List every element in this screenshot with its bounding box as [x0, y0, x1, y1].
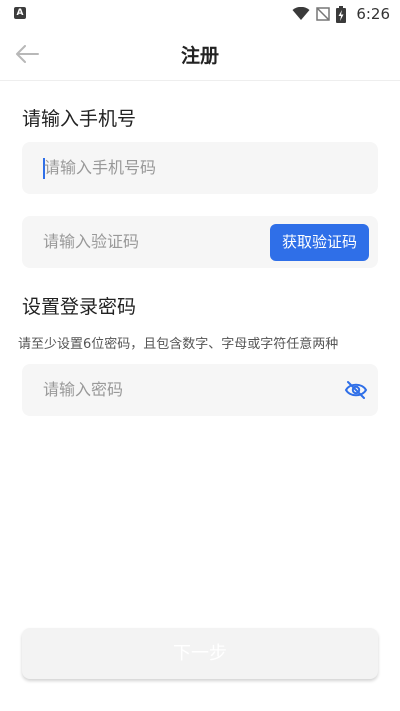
phone-input[interactable]: 请输入手机号码: [44, 142, 156, 194]
password-section-title: 设置登录密码: [22, 296, 137, 318]
notification-app-icon: A: [14, 7, 26, 19]
password-field[interactable]: 请输入密码: [22, 364, 378, 416]
status-time: 6:26: [356, 5, 390, 23]
wifi-icon: [292, 7, 310, 20]
battery-charging-icon: [336, 5, 347, 23]
status-bar: A 6:26: [0, 0, 400, 28]
phone-section-title: 请输入手机号: [22, 108, 137, 130]
page-title: 注册: [180, 45, 219, 67]
password-hint: 请至少设置6位密码，且包含数字、字母或字符任意两种: [18, 337, 339, 352]
phone-field[interactable]: 请输入手机号码: [22, 142, 378, 194]
get-code-button[interactable]: 获取验证码: [270, 224, 369, 261]
status-bar-right: 6:26: [292, 4, 390, 24]
next-step-button[interactable]: 下一步: [22, 628, 378, 679]
signal-off-icon: [316, 7, 331, 21]
eye-off-icon[interactable]: [344, 379, 368, 401]
register-screen: A 6:26 注册 请输入手机号 请输入手机号码 请输入验证码 获取验证码 设置…: [0, 0, 400, 711]
verification-code-field[interactable]: 请输入验证码 获取验证码: [22, 216, 378, 268]
app-header: 注册: [0, 28, 400, 81]
password-input[interactable]: 请输入密码: [43, 364, 123, 416]
verification-code-input[interactable]: 请输入验证码: [43, 216, 139, 268]
